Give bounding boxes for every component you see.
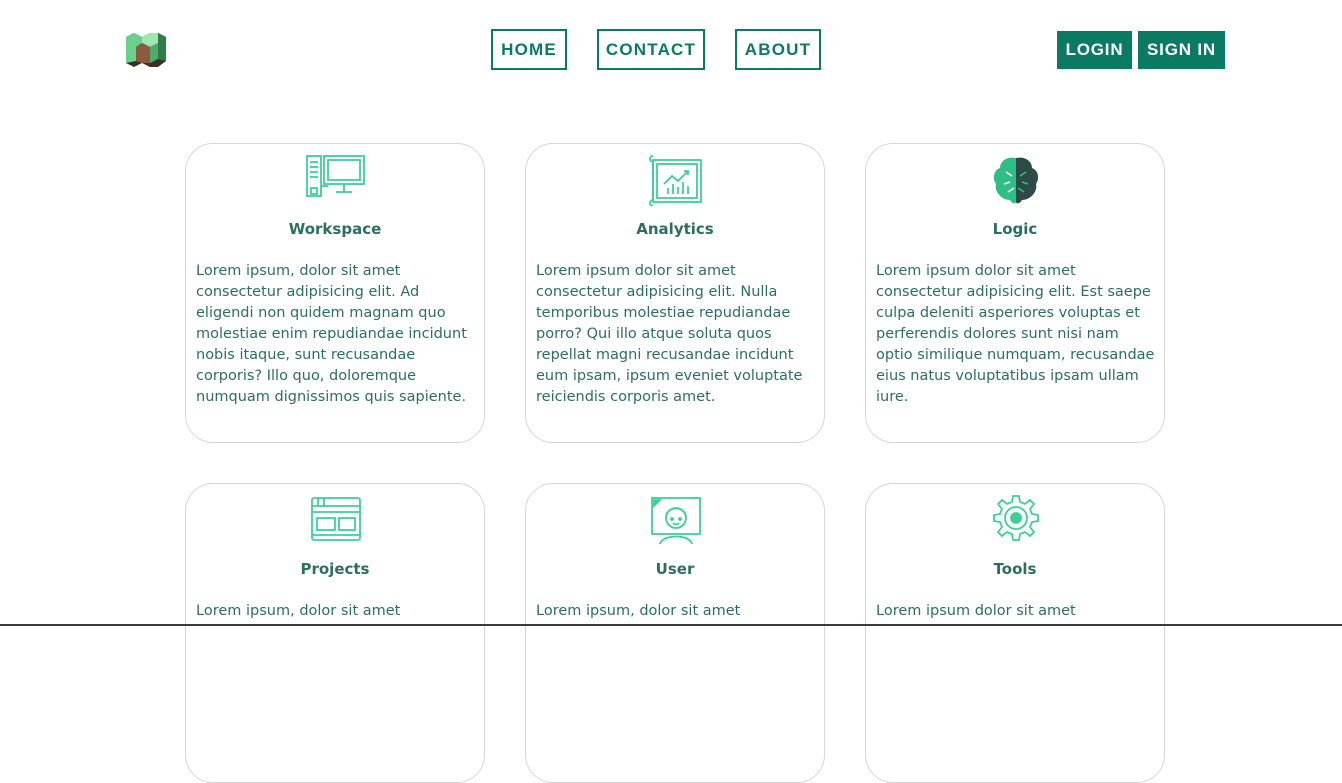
- login-button[interactable]: LOGIN: [1057, 31, 1132, 69]
- sign-in-button[interactable]: SIGN IN: [1138, 31, 1225, 69]
- projects-window-icon: [304, 494, 368, 546]
- card-tools: Tools Lorem ipsum dolor sit amet: [865, 483, 1165, 783]
- workspace-computer-icon: [304, 154, 368, 206]
- card-projects: Projects Lorem ipsum, dolor sit amet: [185, 483, 485, 783]
- user-avatar-icon: [644, 494, 708, 546]
- card-title: User: [655, 560, 695, 578]
- card-title: Analytics: [636, 220, 714, 238]
- card-text: Lorem ipsum dolor sit amet consectetur a…: [536, 263, 803, 405]
- nav-about-button[interactable]: ABOUT: [735, 29, 821, 70]
- card-title: Projects: [300, 560, 370, 578]
- card-text: Lorem ipsum, dolor sit amet consectetur …: [196, 263, 467, 405]
- card-title: Logic: [992, 220, 1038, 238]
- analytics-chart-icon: [644, 154, 708, 207]
- minecraft-logo-icon[interactable]: [122, 29, 168, 69]
- card-logic: Logic Lorem ipsum dolor sit amet consect…: [865, 143, 1165, 443]
- nav-contact-button[interactable]: CONTACT: [597, 29, 705, 70]
- card-text: Lorem ipsum dolor sit amet consectetur a…: [876, 263, 1155, 405]
- brain-icon: [984, 154, 1048, 206]
- card-analytics: Analytics Lorem ipsum dolor sit amet con…: [525, 143, 825, 443]
- card-title: Workspace: [288, 220, 382, 238]
- card-workspace: Workspace Lorem ipsum, dolor sit amet co…: [185, 143, 485, 443]
- card-text: Lorem ipsum dolor sit amet: [876, 603, 1076, 619]
- card-title: Tools: [993, 560, 1037, 578]
- card-text: Lorem ipsum, dolor sit amet: [196, 603, 401, 619]
- card-user: User Lorem ipsum, dolor sit amet: [525, 483, 825, 783]
- gear-icon: [984, 494, 1048, 546]
- card-text: Lorem ipsum, dolor sit amet: [536, 603, 741, 619]
- nav-home-button[interactable]: HOME: [491, 29, 567, 70]
